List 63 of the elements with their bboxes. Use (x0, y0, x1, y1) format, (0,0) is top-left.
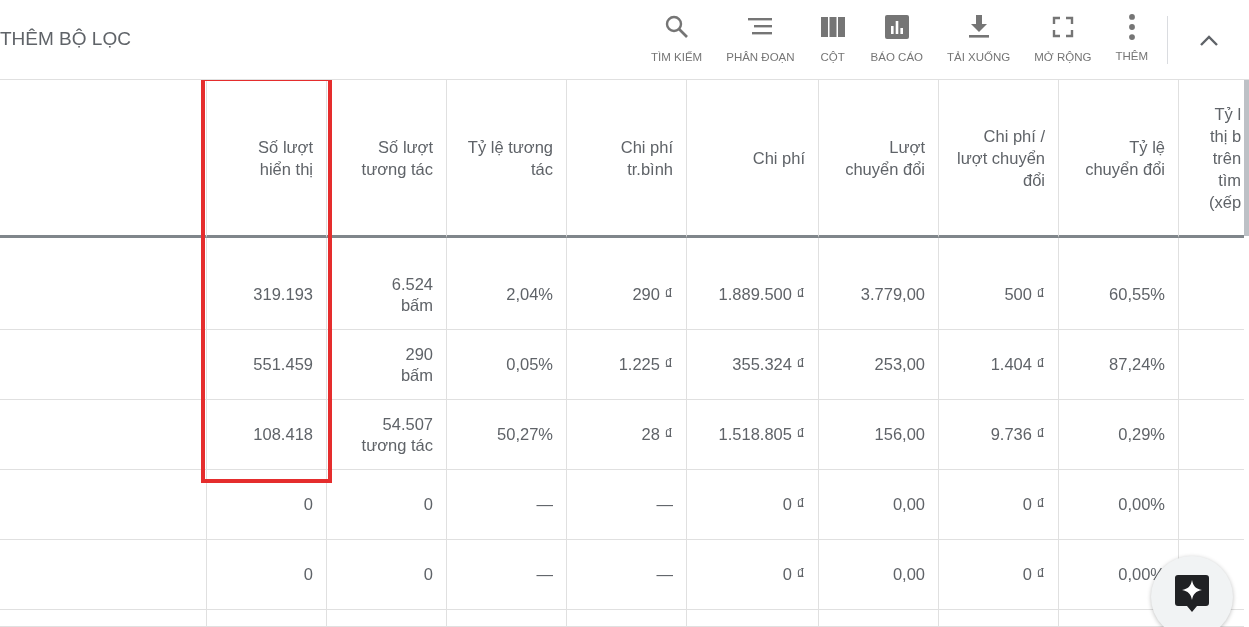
table-cell: 0,00 (892, 564, 925, 585)
column-header[interactable]: Tỷ lệ chuyển đổi (1059, 80, 1179, 238)
cell-unit: bấm (400, 364, 433, 386)
table-cell: 28 ₫ (641, 424, 673, 445)
table-cell: 253,00 (874, 354, 925, 375)
table-cell: 0,05% (506, 354, 553, 375)
column-header[interactable]: Tỷ lệ tương tác (447, 80, 567, 238)
table-cell: 0,00% (1118, 494, 1165, 515)
table-cell: 0 ₫ (782, 494, 805, 515)
table-cell: 1.404 ₫ (990, 354, 1045, 375)
table-cell: 0 (303, 564, 313, 585)
table-cell: — (656, 494, 673, 515)
toolbar-button[interactable]: TẢI XUỐNG (943, 4, 1015, 75)
table-cell: 290 (405, 343, 433, 365)
table-cell: 54.507 (382, 413, 433, 435)
table-cell: 60,55% (1109, 284, 1165, 305)
table-cell: 551.459 (253, 354, 313, 375)
bar-chart-icon (882, 12, 911, 41)
toolbar-button[interactable]: TÌM KIẾM (647, 4, 707, 75)
table-cell: 1.225 ₫ (618, 354, 673, 375)
table-cell: 3.779,00 (860, 284, 925, 305)
column-header[interactable]: Chi phí tr.bình (567, 80, 687, 238)
table-cell: 319.193 (253, 284, 313, 305)
column-header[interactable]: Chi phí / lượt chuyển đổi (939, 80, 1059, 238)
table-cell: 50,27% (497, 424, 553, 445)
table-cell: — (656, 564, 673, 585)
table-cell: — (536, 494, 553, 515)
table-cell: 156,00 (874, 424, 925, 445)
cell-unit: bấm (400, 294, 433, 316)
table-cell: 0 (423, 564, 433, 585)
cell-unit: tương tác (361, 434, 433, 456)
table-cell: 2,04% (506, 284, 553, 305)
scrollbar-thumb[interactable] (1244, 80, 1249, 236)
table-cell: 0,29% (1118, 424, 1165, 445)
table-cell: 500 ₫ (1004, 284, 1045, 305)
table-cell: 0,00 (892, 494, 925, 515)
table-cell: 0 ₫ (1022, 494, 1045, 515)
column-header[interactable]: Số lượt tương tác (327, 80, 447, 238)
filter-label[interactable]: THÊM BỘ LỌC (0, 25, 131, 54)
column-header[interactable]: Chi phí (687, 80, 819, 238)
table-cell: 87,24% (1109, 354, 1165, 375)
column-header[interactable]: Lượt chuyển đổi (819, 80, 939, 238)
table-cell: — (536, 564, 553, 585)
table-cell: 108.418 (253, 424, 313, 445)
table-cell: 1.518.805 ₫ (718, 424, 805, 445)
sparkle-icon (1174, 573, 1210, 613)
toolbar-button[interactable]: PHÂN ĐOẠN (722, 4, 799, 75)
more-icon (1128, 13, 1135, 40)
table-cell: 290 ₫ (632, 284, 673, 305)
table-cell: 6.524 (391, 273, 433, 295)
table-cell: 0 (303, 494, 313, 515)
toolbar-button[interactable]: THÊM (1111, 4, 1152, 75)
table-cell: 9.736 ₫ (990, 424, 1045, 445)
toolbar-button[interactable]: BÁO CÁO (866, 4, 927, 75)
chevron-up-icon (1198, 33, 1220, 48)
toolbar-button[interactable]: MỞ RỘNG (1030, 4, 1096, 75)
table-cell: 355.324 ₫ (732, 354, 805, 375)
table-cell: 0 ₫ (1022, 564, 1045, 585)
table-cell: 0 ₫ (782, 564, 805, 585)
table-cell: 0 (423, 494, 433, 515)
toolbar-button[interactable]: CỘT (814, 4, 851, 75)
table-cell: 1.889.500 ₫ (718, 284, 805, 305)
column-header[interactable]: Số lượt hiển thị (207, 80, 327, 238)
